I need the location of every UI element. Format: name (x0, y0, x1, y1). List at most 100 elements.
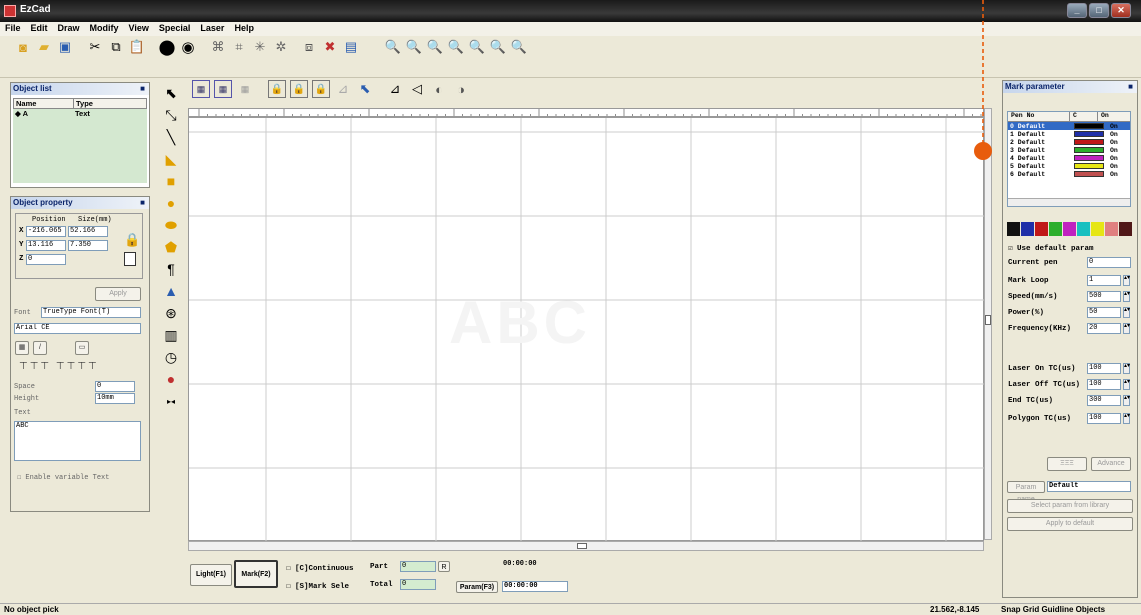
close-button[interactable]: ✕ (1111, 3, 1131, 18)
ellipse-tool-icon[interactable]: ⬬ (162, 216, 180, 234)
menu-edit[interactable]: Edit (26, 22, 53, 33)
canvas-text-object[interactable]: ABC (449, 288, 709, 358)
pen-no-header[interactable]: Pen No (1008, 112, 1070, 121)
measure-icon[interactable]: ⊿ (334, 80, 352, 98)
palette-color-swatch[interactable] (1063, 222, 1076, 236)
y-size-input[interactable]: 7.350 (68, 240, 108, 251)
total-input[interactable]: 0 (400, 579, 436, 590)
extension-axis-icon[interactable]: ▸◂ (162, 392, 180, 410)
list-item[interactable]: ◆ A Text (13, 109, 147, 118)
zoom-all-icon[interactable]: 🔍 (447, 38, 465, 56)
pen-on-status[interactable]: On (1110, 155, 1118, 162)
height-input[interactable]: 10mm (95, 393, 135, 404)
zoom-out-icon[interactable]: 🔍 (426, 38, 444, 56)
pen-on-status[interactable]: On (1110, 163, 1118, 170)
maximize-button[interactable]: □ (1089, 3, 1109, 18)
advance-button[interactable]: Advance (1091, 457, 1131, 471)
palette-color-swatch[interactable] (1105, 222, 1118, 236)
palette-color-swatch[interactable] (1021, 222, 1034, 236)
zoom-fit-icon[interactable]: 🔍 (510, 38, 528, 56)
ratio-lock-icon[interactable]: 🔒 (124, 232, 140, 248)
combine-icon[interactable]: ✳ (251, 38, 269, 56)
text-tool-icon[interactable]: ¶ (162, 260, 180, 278)
y-position-input[interactable]: 13.116 (26, 240, 66, 251)
properties-icon[interactable]: ▤ (342, 38, 360, 56)
underline-button[interactable]: ▭ (75, 341, 89, 355)
x-position-input[interactable]: -216.065 (26, 226, 66, 237)
palette-color-swatch[interactable] (1007, 222, 1020, 236)
pen-on-status[interactable]: On (1110, 131, 1118, 138)
font-type-select[interactable]: TrueType Font(T) (41, 307, 141, 318)
palette-color-swatch[interactable] (1049, 222, 1062, 236)
font-name-select[interactable]: Arial CE (14, 323, 141, 334)
pen-row[interactable]: 4 Default On (1008, 154, 1130, 162)
pen-color-swatch[interactable] (1074, 171, 1104, 177)
pen-row[interactable]: 0 Default On (1008, 122, 1130, 130)
zoom-in-icon[interactable]: 🔍 (405, 38, 423, 56)
pen-row[interactable]: 5 Default On (1008, 162, 1130, 170)
horizontal-scrollbar[interactable] (188, 541, 984, 551)
param-name-input[interactable]: Default (1047, 481, 1131, 492)
pen-color-swatch[interactable] (1074, 139, 1104, 145)
vector-file-icon[interactable]: ⊛ (162, 304, 180, 322)
snap-options[interactable]: Snap Grid Guidline Objects (1001, 605, 1105, 614)
current-pen-input[interactable]: 0 (1087, 257, 1131, 268)
ungroup-icon[interactable]: ✖ (321, 38, 339, 56)
horizontal-scroll-thumb[interactable] (577, 543, 587, 549)
param-spinner[interactable]: ▴▾ (1123, 275, 1130, 286)
menu-draw[interactable]: Draw (53, 22, 85, 33)
italic-button[interactable]: / (33, 341, 47, 355)
input-port-icon[interactable]: ● (162, 370, 180, 388)
distribute-icon[interactable]: ▦ (214, 80, 232, 98)
param-field-input[interactable]: 100 (1087, 379, 1121, 390)
uncombine-icon[interactable]: ✲ (272, 38, 290, 56)
pen-row[interactable]: 2 Default On (1008, 138, 1130, 146)
param-spinner[interactable]: ▴▾ (1123, 413, 1130, 424)
use-default-param-checkbox[interactable]: ☑ Use default param (1008, 243, 1094, 253)
part-input[interactable]: 0 (400, 561, 436, 572)
param-button[interactable]: Param(F3) (456, 581, 498, 593)
line-tool-icon[interactable]: ╲ (162, 128, 180, 146)
pen-color-swatch[interactable] (1074, 147, 1104, 153)
pen-row[interactable]: 3 Default On (1008, 146, 1130, 154)
text-input[interactable]: ABC (14, 421, 141, 461)
menu-special[interactable]: Special (154, 22, 196, 33)
select-param-library-button[interactable]: Select param from library (1007, 499, 1133, 513)
unlock-icon[interactable]: 🔒 (290, 80, 308, 98)
apply-button[interactable]: Apply (95, 287, 141, 301)
param-field-input[interactable]: 100 (1087, 413, 1121, 424)
menu-view[interactable]: View (124, 22, 154, 33)
menu-modify[interactable]: Modify (85, 22, 124, 33)
pen-row[interactable]: 6 Default On (1008, 170, 1130, 178)
new-file-icon[interactable]: ◙ (14, 38, 32, 56)
pen-on-status[interactable]: On (1110, 123, 1118, 130)
ring-tool-icon[interactable]: ◉ (179, 38, 197, 56)
align-grid-icon[interactable]: ▦ (192, 80, 210, 98)
param-field-input[interactable]: 300 (1087, 395, 1121, 406)
open-folder-icon[interactable]: ▰ (35, 38, 53, 56)
clock-tool-icon[interactable]: ◷ (162, 348, 180, 366)
menu-file[interactable]: File (0, 22, 26, 33)
param-field-input[interactable]: 1 (1087, 275, 1121, 286)
apply-to-default-button[interactable]: Apply to default (1007, 517, 1133, 531)
zoom-icon[interactable]: 🔍 (384, 38, 402, 56)
pen-color-header[interactable]: C (1070, 112, 1098, 121)
palette-color-swatch[interactable] (1119, 222, 1132, 236)
mirror-v-icon[interactable]: ◁ (408, 80, 426, 98)
menu-help[interactable]: Help (229, 22, 259, 33)
vertical-scrollbar[interactable] (984, 108, 992, 540)
copy-icon[interactable]: ⧉ (107, 38, 125, 56)
pen-on-status[interactable]: On (1110, 147, 1118, 154)
space-input[interactable]: 0 (95, 381, 135, 392)
palette-color-swatch[interactable] (1091, 222, 1104, 236)
reset-part-button[interactable]: R (438, 561, 450, 572)
x-size-input[interactable]: 52.166 (68, 226, 108, 237)
mark-button[interactable]: Mark(F2) (234, 560, 278, 588)
palette-color-swatch[interactable] (1035, 222, 1048, 236)
param-spinner[interactable]: ▴▾ (1123, 323, 1130, 334)
curve-tool-icon[interactable]: ◣ (162, 150, 180, 168)
timer-tool-icon[interactable]: ▥ (162, 326, 180, 344)
pen-on-header[interactable]: On (1098, 112, 1118, 121)
param-field-input[interactable]: 20 (1087, 323, 1121, 334)
hide-eye-icon[interactable]: ◑ (452, 80, 470, 98)
